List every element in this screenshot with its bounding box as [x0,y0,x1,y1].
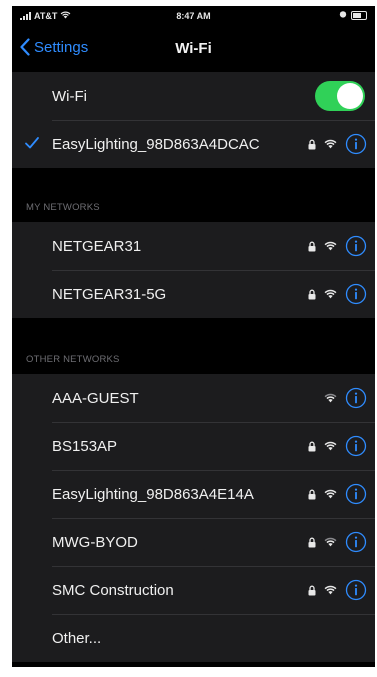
network-row[interactable]: MWG-BYOD [12,518,375,566]
lock-icon [308,489,316,500]
network-row[interactable]: SMC Construction [12,566,375,614]
network-name: AAA-GUEST [52,389,139,407]
my-networks-group: NETGEAR31 NETGEAR31-5G [12,222,375,318]
network-name: MWG-BYOD [52,533,138,551]
alarm-icon [339,10,347,20]
lock-icon [308,241,316,252]
wifi-signal-icon [324,289,337,299]
lock-icon [308,289,316,300]
info-icon[interactable] [345,531,367,553]
info-icon[interactable] [345,483,367,505]
info-icon[interactable] [345,133,367,155]
status-bar: AT&T 8:47 AM [12,6,375,28]
wifi-signal-icon [324,139,337,149]
network-icons [308,579,367,601]
network-name: SMC Construction [52,581,174,599]
wifi-group: Wi-Fi EasyLighting_98D863A4DCAC [12,72,375,168]
wifi-signal-icon [324,537,337,547]
other-network-row[interactable]: Other... [12,614,375,662]
network-icons [308,531,367,553]
status-right [339,10,367,20]
network-icons [308,283,367,305]
wifi-signal-icon [324,241,337,251]
other-networks-group: AAA-GUEST BS153AP EasyLighting_98D863A4E… [12,374,375,662]
network-row[interactable]: AAA-GUEST [12,374,375,422]
network-icons [308,387,367,409]
network-row[interactable]: NETGEAR31-5G [12,270,375,318]
network-row[interactable]: NETGEAR31 [12,222,375,270]
wifi-toggle-label: Wi-Fi [52,87,87,105]
wifi-signal-icon [324,585,337,595]
navigation-bar: Settings Wi-Fi [12,28,375,72]
checkmark-icon [25,137,39,149]
network-row[interactable]: BS153AP [12,422,375,470]
info-icon[interactable] [345,235,367,257]
connected-network-name: EasyLighting_98D863A4DCAC [52,135,260,153]
other-network-label: Other... [52,629,102,647]
connected-network-icons [308,133,367,155]
info-icon[interactable] [345,387,367,409]
battery-icon [351,10,367,20]
network-icons [308,435,367,457]
toggle-knob [337,83,363,109]
wifi-signal-icon [324,393,337,403]
info-icon[interactable] [345,283,367,305]
network-row[interactable]: EasyLighting_98D863A4E14A [12,470,375,518]
wifi-toggle-row: Wi-Fi [12,72,375,120]
other-networks-header: OTHER NETWORKS [26,354,120,365]
lock-icon [308,441,316,452]
network-name: EasyLighting_98D863A4E14A [52,485,254,503]
status-time: 8:47 AM [176,11,211,21]
network-name: NETGEAR31-5G [52,285,167,303]
info-icon[interactable] [345,579,367,601]
connected-network-row[interactable]: EasyLighting_98D863A4DCAC [12,120,375,168]
network-name: BS153AP [52,437,118,455]
lock-icon [308,585,316,596]
wifi-signal-icon [324,489,337,499]
my-networks-header: MY NETWORKS [26,202,100,213]
network-icons [308,483,367,505]
phone-screen: AT&T 8:47 AM Settings Wi-Fi Wi-Fi EasyLi… [12,6,375,667]
wifi-toggle-switch[interactable] [315,81,365,111]
info-icon[interactable] [345,435,367,457]
lock-placeholder [308,393,316,404]
network-icons [308,235,367,257]
network-name: NETGEAR31 [52,237,142,255]
page-title: Wi-Fi [175,40,212,57]
lock-icon [308,537,316,548]
lock-icon [308,139,316,150]
wifi-signal-icon [324,441,337,451]
